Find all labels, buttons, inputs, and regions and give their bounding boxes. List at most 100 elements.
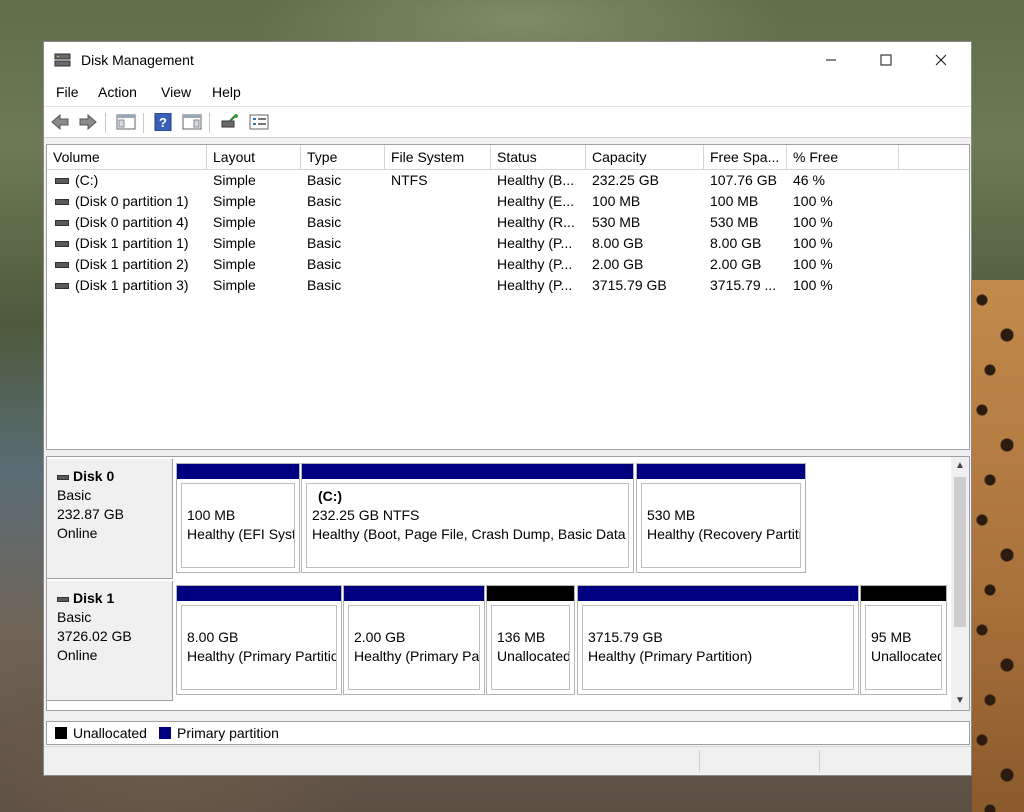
partition-color-bar [302, 464, 633, 479]
volume-row[interactable]: (Disk 1 partition 3) Simple Basic Healthy (… [47, 275, 969, 296]
partition-status: Healthy (EFI System Partition) [187, 526, 294, 542]
volume-row[interactable]: (Disk 0 partition 4) Simple Basic Healthy (… [47, 212, 969, 233]
minimize-button[interactable] [808, 42, 854, 78]
status-bar [44, 746, 971, 775]
column-file-system[interactable]: File System [385, 145, 491, 169]
column-type[interactable]: Type [301, 145, 385, 169]
scroll-up-icon[interactable]: ▲ [951, 457, 969, 475]
partition-details: 100 MB Healthy (EFI System Partition) [181, 483, 295, 568]
connect-disk-icon[interactable] [220, 113, 240, 131]
partition-size: 3715.79 GB [588, 629, 663, 645]
partition-color-bar [578, 586, 858, 601]
column-capacity[interactable]: Capacity [586, 145, 704, 169]
partition-color-bar [344, 586, 484, 601]
show-hide-action-pane-icon[interactable] [182, 113, 202, 131]
volume-cell-capacity: 3715.79 GB [592, 277, 667, 293]
drive-icon [55, 199, 69, 206]
partition-details: 95 MB Unallocated [865, 605, 942, 690]
volume-list-header: Volume Layout Type File System Status Ca… [47, 145, 969, 170]
column-percent-free[interactable]: % Free [787, 145, 899, 169]
scrollbar-thumb[interactable] [954, 477, 966, 627]
partition-status: Healthy (Primary Partition) [588, 648, 753, 664]
disk-management-window: Disk Management File Action View Help ? … [43, 41, 972, 776]
close-button[interactable] [918, 42, 964, 78]
volume-cell-capacity: 8.00 GB [592, 235, 644, 251]
properties-icon[interactable] [249, 113, 269, 131]
column-layout[interactable]: Layout [207, 145, 301, 169]
volume-cell-type: Basic [307, 256, 342, 272]
drive-icon [55, 262, 69, 269]
disk-label[interactable]: Disk 1 Basic 3726.02 GB Online [47, 581, 173, 701]
volume-cell-pct: 46 % [793, 172, 825, 188]
volume-cell-layout: Simple [213, 277, 256, 293]
volume-cell-pct: 100 % [793, 235, 833, 251]
volume-cell-capacity: 232.25 GB [592, 172, 659, 188]
partition-size: 530 MB [647, 507, 696, 523]
volume-cell-type: Basic [307, 193, 342, 209]
scroll-down-icon[interactable]: ▼ [951, 692, 969, 710]
partition[interactable]: 8.00 GB Healthy (Primary Partition) [176, 585, 342, 695]
forward-arrow-icon[interactable] [78, 113, 98, 131]
volume-name: (C:) [75, 172, 99, 188]
partition[interactable]: 2.00 GB Healthy (Primary Partition) [343, 585, 485, 695]
menu-view[interactable]: View [161, 84, 191, 100]
partition[interactable]: 530 MB Healthy (Recovery Partition) [636, 463, 806, 573]
help-icon[interactable]: ? [154, 113, 174, 131]
disk-name-text: Disk 0 [73, 468, 115, 484]
disk-icon [57, 474, 69, 480]
disk-state: Online [57, 525, 98, 541]
disk-name: Disk 0 [57, 467, 172, 486]
column-volume[interactable]: Volume [47, 145, 207, 169]
volume-row[interactable]: (C:) Simple Basic NTFS Healthy (B... 232.25 G… [47, 170, 969, 191]
column-free-space[interactable]: Free Spa... [704, 145, 787, 169]
volume-cell-layout: Simple [213, 193, 256, 209]
volume-cell-volume: (Disk 1 partition 1) [55, 233, 189, 254]
volume-cell-type: Basic [307, 214, 342, 230]
volume-cell-pct: 100 % [793, 193, 833, 209]
volume-cell-pct: 100 % [793, 277, 833, 293]
title-bar[interactable]: Disk Management [44, 42, 971, 78]
volume-cell-layout: Simple [213, 256, 256, 272]
volume-row[interactable]: (Disk 1 partition 1) Simple Basic Healthy (… [47, 233, 969, 254]
volume-row[interactable]: (Disk 0 partition 1) Simple Basic Healthy (… [47, 191, 969, 212]
volume-row[interactable]: (Disk 1 partition 2) Simple Basic Healthy (… [47, 254, 969, 275]
drive-icon [55, 220, 69, 227]
disk-state: Online [57, 647, 98, 663]
volume-cell-type: Basic [307, 172, 342, 188]
unallocated-space[interactable]: 136 MB Unallocated [486, 585, 575, 695]
volume-cell-volume: (Disk 0 partition 4) [55, 212, 189, 233]
disk-label[interactable]: Disk 0 Basic 232.87 GB Online [47, 459, 173, 579]
partition-color-bar [177, 586, 341, 601]
partition-size: 100 MB [187, 507, 236, 523]
svg-text:?: ? [159, 115, 167, 130]
column-status[interactable]: Status [491, 145, 586, 169]
menu-file[interactable]: File [56, 84, 79, 100]
disk-name: Disk 1 [57, 589, 172, 608]
volume-cell-layout: Simple [213, 235, 256, 251]
volume-cell-status: Healthy (P... [497, 256, 573, 272]
partition[interactable]: 3715.79 GB Healthy (Primary Partition) [577, 585, 859, 695]
drive-icon [55, 241, 69, 248]
status-segment [819, 750, 970, 772]
vertical-scrollbar[interactable]: ▲ ▼ [951, 457, 969, 710]
disk-size: 3726.02 GB [57, 628, 132, 644]
volume-name: (Disk 0 partition 1) [75, 193, 189, 209]
show-hide-console-tree-icon[interactable] [116, 113, 136, 131]
disk-name-text: Disk 1 [73, 590, 115, 606]
legend-unallocated: Unallocated [73, 725, 147, 741]
menu-action[interactable]: Action [98, 84, 137, 100]
partition[interactable]: (C:) 232.25 GB NTFS Healthy (Boot, Page Fi… [301, 463, 634, 573]
volume-cell-capacity: 530 MB [592, 214, 641, 230]
partition-color-bar [637, 464, 805, 479]
partition[interactable]: 100 MB Healthy (EFI System Partition) [176, 463, 300, 573]
toolbar-separator [105, 113, 106, 133]
unallocated-space[interactable]: 95 MB Unallocated [860, 585, 947, 695]
volume-cell-type: Basic [307, 235, 342, 251]
partition-size: 8.00 GB [187, 629, 239, 645]
partition-color-bar [177, 464, 299, 479]
menu-help[interactable]: Help [212, 84, 241, 100]
maximize-button[interactable] [863, 42, 909, 78]
wallpaper-leopard [972, 280, 1024, 812]
back-arrow-icon[interactable] [50, 113, 70, 131]
toolbar-separator [143, 113, 144, 133]
